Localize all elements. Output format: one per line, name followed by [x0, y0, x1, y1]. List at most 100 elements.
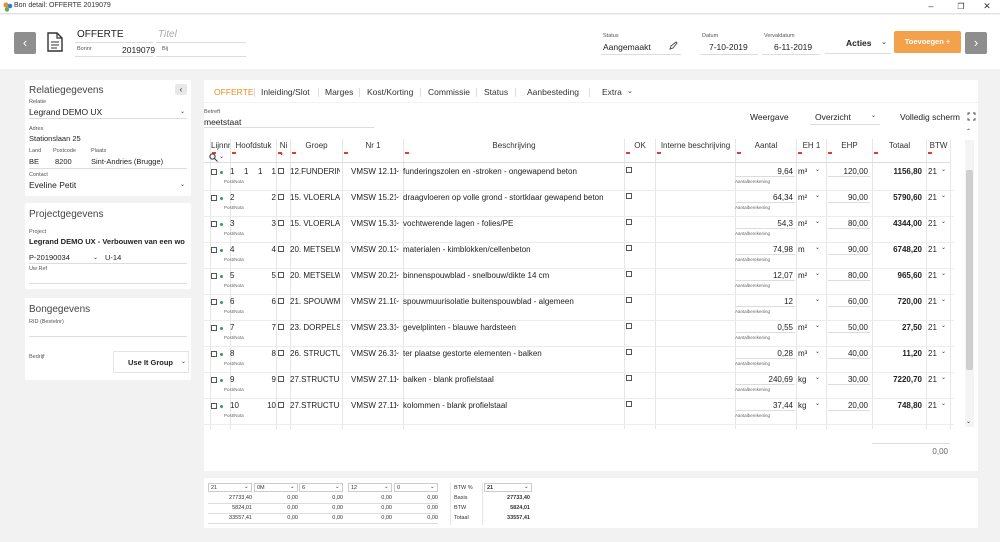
column-header-ok[interactable]: OK: [624, 139, 655, 152]
column-header-nr-1[interactable]: Nr 1: [342, 139, 403, 152]
ni-cell[interactable]: 8: [266, 349, 276, 358]
row-select-checkbox[interactable]: [211, 247, 217, 253]
ok-checkbox[interactable]: [626, 271, 632, 277]
aantal-cell[interactable]: 37,44: [735, 401, 793, 410]
aantal-cell[interactable]: 12: [735, 297, 793, 306]
ni-cell[interactable]: 4: [266, 245, 276, 254]
vervaldatum-field[interactable]: 6-11-2019: [774, 42, 812, 52]
groep-cell[interactable]: 15. VLOERLAG: [290, 193, 340, 202]
ehp-cell[interactable]: 80,00: [826, 219, 868, 228]
btw-cell[interactable]: 21: [928, 219, 937, 228]
totaal-cell[interactable]: 1156,80: [872, 167, 922, 176]
vat-rate-select[interactable]: 12 ⌄: [348, 483, 392, 492]
totaal-cell[interactable]: 4344,00: [872, 219, 922, 228]
chevron-down-icon[interactable]: ⌄: [941, 296, 946, 303]
table-row[interactable]: 4 4 20. METSELW VMSW 20.13 ⌄ materialen - kim…: [204, 243, 954, 269]
ehp-cell[interactable]: 120,00: [826, 167, 868, 176]
land-field[interactable]: BE: [29, 157, 39, 166]
nr1-cell[interactable]: VMSW 27.11.: [351, 401, 396, 410]
groep-cell[interactable]: 27.STRUCTUU: [290, 375, 340, 384]
ehp-cell[interactable]: 90,00: [826, 245, 868, 254]
btw-cell[interactable]: 21: [928, 245, 937, 254]
title-input[interactable]: Titel: [158, 29, 177, 40]
ehp-cell[interactable]: 30,00: [826, 375, 868, 384]
chevron-down-icon[interactable]: ⌄: [815, 270, 820, 277]
ehp-cell[interactable]: 90,00: [826, 193, 868, 202]
chevron-down-icon[interactable]: ⌄: [815, 244, 820, 251]
totaal-cell[interactable]: 7220,70: [872, 375, 922, 384]
chevron-down-icon[interactable]: ⌄: [395, 375, 400, 382]
tab-status[interactable]: Status: [484, 87, 508, 97]
groep-cell[interactable]: 12.FUNDERIN: [290, 167, 340, 176]
btw-cell[interactable]: 21: [928, 271, 937, 280]
ok-checkbox[interactable]: [626, 219, 632, 225]
beschrijving-cell[interactable]: draagvloeren op volle grond - stortklaar…: [403, 193, 623, 202]
chevron-down-icon[interactable]: ⌄: [941, 270, 946, 277]
groep-cell[interactable]: 27.STRUCTUU: [290, 401, 340, 410]
vat-rate-select[interactable]: 21 ⌄: [208, 483, 252, 492]
fullscreen-icon[interactable]: [967, 112, 976, 121]
btw-cell[interactable]: 21: [928, 167, 937, 176]
chevron-down-icon[interactable]: ⌄: [815, 374, 820, 381]
maximize-button[interactable]: ❐: [948, 0, 974, 13]
eh-cell[interactable]: kg: [798, 401, 806, 410]
chevron-down-icon[interactable]: ⌄: [180, 108, 185, 115]
nr1-cell[interactable]: VMSW 27.11.: [351, 375, 396, 384]
groep-cell[interactable]: 20. METSELW: [290, 245, 340, 254]
chevron-down-icon[interactable]: ⌄: [815, 296, 820, 303]
beschrijving-cell[interactable]: binnenspouwblad - snelbouw/dikte 14 cm: [403, 271, 623, 280]
close-window-button[interactable]: ✕: [974, 0, 1000, 13]
plaats-field[interactable]: Sint-Andries (Brugge): [91, 157, 163, 166]
column-header-groep[interactable]: Groep: [290, 139, 342, 152]
row-select-checkbox[interactable]: [211, 169, 217, 175]
aantal-cell[interactable]: 54,3: [735, 219, 793, 228]
status-field[interactable]: Aangemaakt: [603, 42, 651, 52]
table-row[interactable]: 8826. STRUCTUUVMSW 26.31.⌄ter plaatse ge…: [204, 347, 954, 373]
chevron-down-icon[interactable]: ⌄: [966, 418, 971, 425]
table-row[interactable]: 6621. SPOUWMUVMSW 21.10.⌄spouwmuurisolat…: [204, 295, 954, 321]
aantal-cell[interactable]: 9,64: [735, 167, 793, 176]
datum-field[interactable]: 7-10-2019: [709, 42, 748, 52]
ehp-cell[interactable]: 60,00: [826, 297, 868, 306]
chevron-down-icon[interactable]: ⌄: [627, 87, 633, 95]
pencil-icon[interactable]: [669, 41, 678, 50]
chevron-down-icon[interactable]: ⌄: [815, 400, 820, 407]
lijnnr-cell[interactable]: 3: [230, 219, 242, 228]
chevron-down-icon[interactable]: ⌄: [815, 218, 820, 225]
row-select-checkbox[interactable]: [211, 273, 217, 279]
ok-checkbox[interactable]: [626, 167, 632, 173]
column-header-lijnnr[interactable]: Lijnnr: [210, 139, 231, 152]
chevron-down-icon[interactable]: ⌄: [815, 322, 820, 329]
btw-cell[interactable]: 21: [928, 349, 937, 358]
row-select-checkbox[interactable]: [211, 195, 217, 201]
column-header-aantal[interactable]: Aantal: [735, 139, 796, 152]
ok-checkbox[interactable]: [626, 245, 632, 251]
row-select-checkbox[interactable]: [211, 377, 217, 383]
chevron-up-icon[interactable]: ⌃: [966, 128, 971, 135]
aantal-cell[interactable]: 64,34: [735, 193, 793, 202]
ok-checkbox[interactable]: [626, 349, 632, 355]
column-header-beschrijving[interactable]: Beschrijving: [403, 139, 624, 152]
tab-aanbesteding[interactable]: Aanbesteding: [527, 87, 579, 97]
ok-checkbox[interactable]: [626, 401, 632, 407]
vat-rate-select[interactable]: 0 ⌄: [394, 483, 438, 492]
groep-cell[interactable]: 15. VLOERLAG: [290, 219, 340, 228]
btw-cell[interactable]: 21: [928, 193, 937, 202]
hoofdstuk-cell[interactable]: 1: [244, 167, 248, 176]
ni-checkbox[interactable]: [278, 324, 284, 330]
lijnnr-cell[interactable]: 6: [230, 297, 242, 306]
chevron-down-icon[interactable]: ⌄: [815, 192, 820, 199]
table-row[interactable]: 5 5 20. METSELW VMSW 20.21 ⌄ binnenspouwblad …: [204, 269, 954, 295]
nr1-cell[interactable]: VMSW 12.11.: [351, 167, 396, 176]
tab-offerte[interactable]: OFFERTE: [214, 87, 254, 97]
chevron-down-icon[interactable]: ⌄: [395, 219, 400, 226]
chevron-down-icon[interactable]: ⌄: [395, 401, 400, 408]
lijnnr-cell[interactable]: 1: [230, 167, 242, 176]
chevron-down-icon[interactable]: ⌄: [219, 153, 224, 160]
row-select-checkbox[interactable]: [211, 299, 217, 305]
contact-field[interactable]: Eveline Petit: [29, 180, 76, 190]
chevron-down-icon[interactable]: ⌄: [395, 271, 400, 278]
ok-checkbox[interactable]: [626, 375, 632, 381]
totaal-cell[interactable]: 720,00: [872, 297, 922, 306]
totaal-cell[interactable]: 748,80: [872, 401, 922, 410]
